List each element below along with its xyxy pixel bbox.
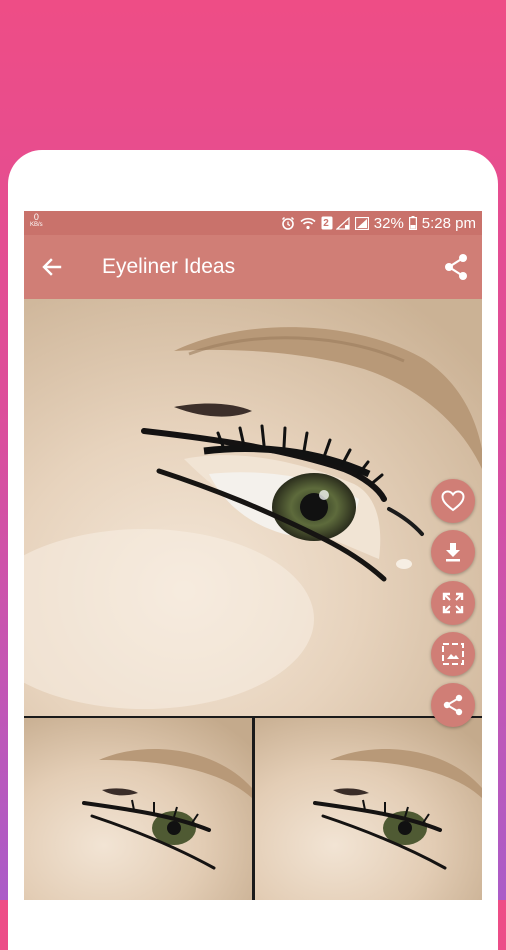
share-button[interactable] (442, 252, 470, 282)
signal-icon-2 (354, 216, 369, 230)
wifi-icon (300, 217, 316, 230)
share-action-button[interactable] (431, 683, 475, 727)
back-button[interactable] (38, 253, 66, 281)
thumbnail-image[interactable] (24, 718, 252, 900)
set-wallpaper-button[interactable] (431, 632, 475, 676)
thumbnail-image-2[interactable] (255, 718, 482, 900)
fullscreen-icon (442, 592, 464, 614)
alarm-icon (281, 216, 295, 230)
fullscreen-button[interactable] (431, 581, 475, 625)
main-wallpaper-image[interactable] (24, 299, 482, 716)
battery-level: 32% (373, 214, 404, 232)
battery-icon (408, 216, 417, 230)
download-button[interactable] (431, 530, 475, 574)
favorite-button[interactable] (431, 479, 475, 523)
sim-badge: 2 (323, 217, 329, 229)
share-icon (445, 254, 467, 280)
app-screen: 0 KB/s 2 32% 5:28 pm Eyeliner Ideas (24, 211, 482, 900)
network-speed: 0 KB/s (30, 213, 43, 229)
arrow-left-icon (42, 258, 62, 276)
page-title: Eyeliner Ideas (102, 255, 236, 278)
app-toolbar: Eyeliner Ideas (24, 235, 482, 299)
status-bar: 0 KB/s 2 32% 5:28 pm (24, 211, 482, 235)
share-icon (443, 694, 463, 716)
clock: 5:28 pm (421, 214, 476, 232)
signal-icon (335, 216, 350, 230)
heart-icon (441, 490, 465, 512)
download-icon (446, 543, 460, 562)
network-speed-unit: KB/s (30, 222, 43, 228)
wallpaper-icon (442, 643, 464, 665)
